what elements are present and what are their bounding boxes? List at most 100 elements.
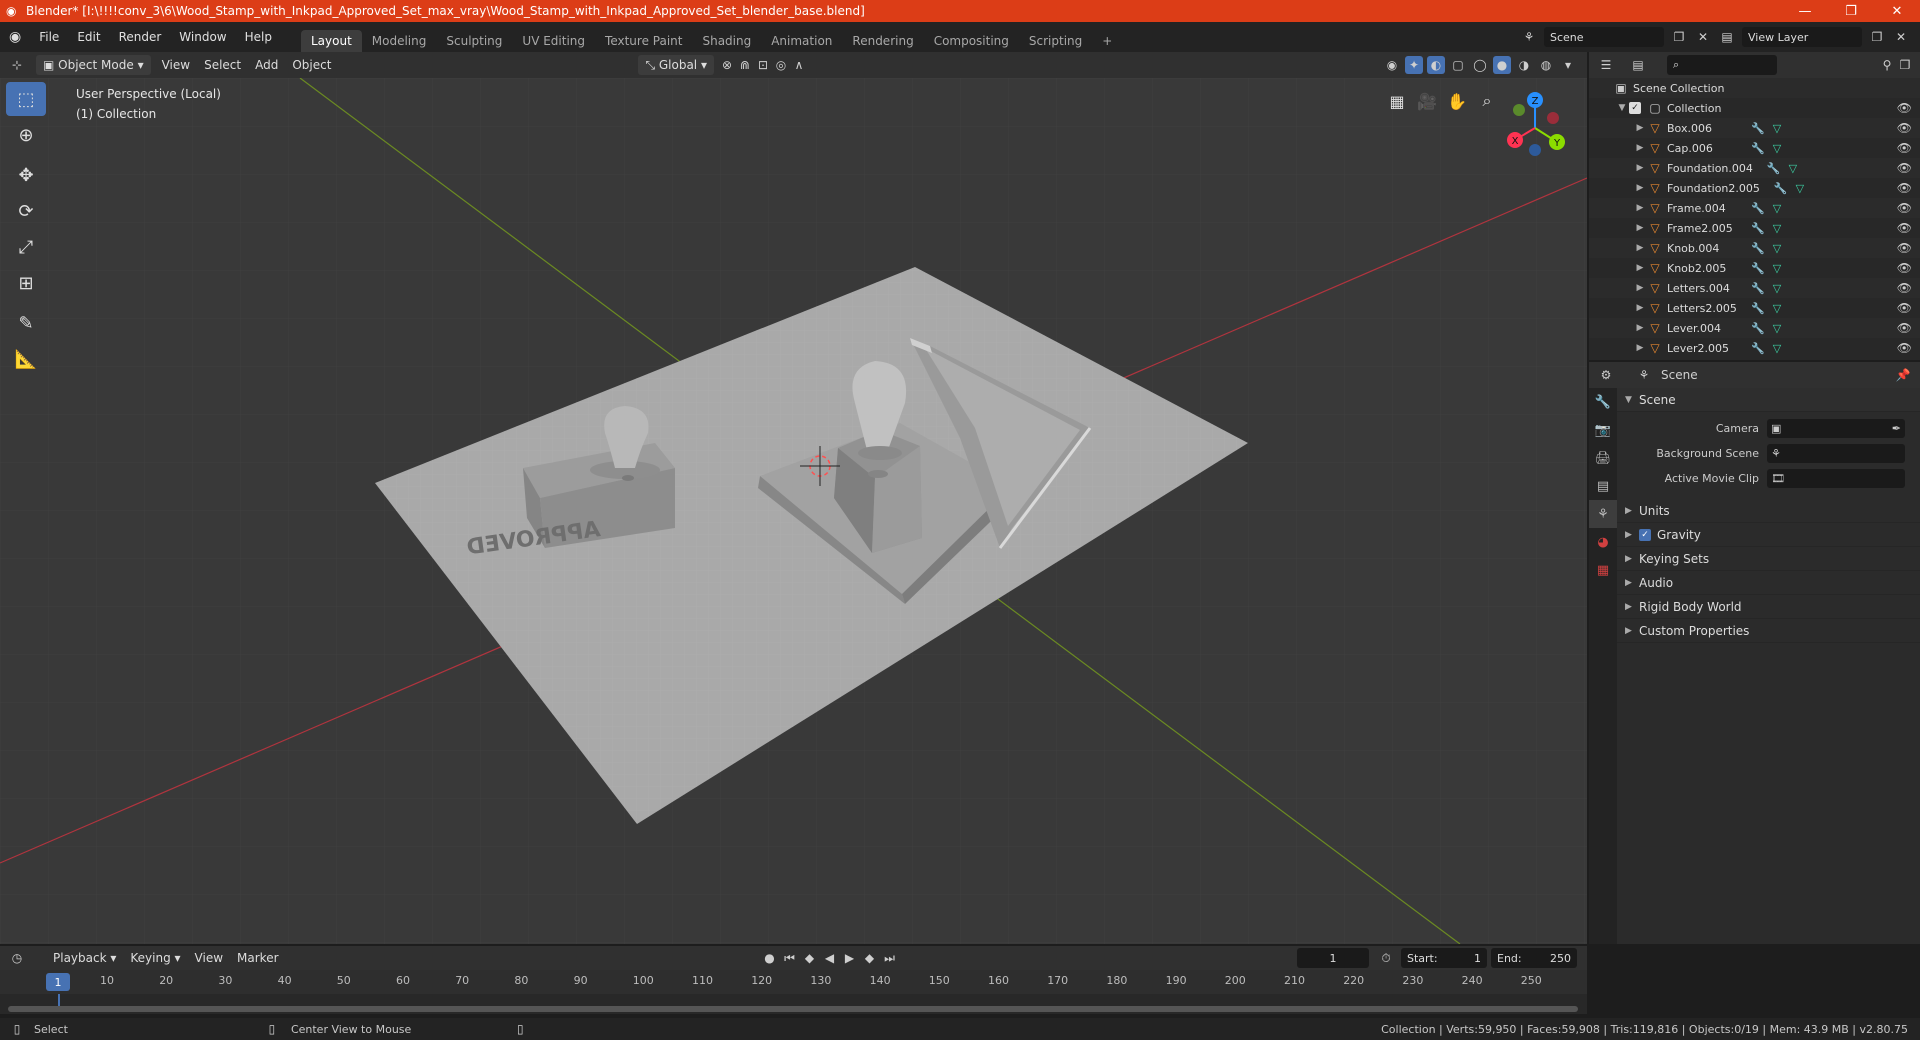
menu-keying[interactable]: Keying ▾	[123, 948, 187, 968]
eye-icon[interactable]: 👁	[1897, 161, 1912, 175]
scene-section-header[interactable]: ▼ Scene	[1617, 388, 1920, 412]
eye-icon[interactable]: 👁	[1897, 321, 1912, 335]
units-section[interactable]: ▶ Units	[1617, 499, 1920, 523]
scene-tab-icon[interactable]: ⚘	[1589, 500, 1617, 528]
solid-shading-icon[interactable]: ●	[1493, 56, 1511, 74]
minimize-button[interactable]: —	[1782, 0, 1828, 22]
rotate-tool[interactable]: ⟳	[6, 194, 46, 228]
eye-icon[interactable]: 👁	[1897, 301, 1912, 315]
tab-modeling[interactable]: Modeling	[362, 30, 437, 52]
outliner-object-row[interactable]: ▶ ▽ Lever.004 🔧 ▽ 👁	[1589, 318, 1920, 338]
mesh-data-icon[interactable]: ▽	[1773, 342, 1781, 355]
pan-view-icon[interactable]: ✋	[1442, 86, 1472, 116]
jump-start-icon[interactable]: ⏮	[781, 949, 799, 967]
menu-select[interactable]: Select	[197, 55, 248, 75]
transform-tool[interactable]: ⊞	[6, 266, 46, 300]
eye-icon[interactable]: 👁	[1897, 221, 1912, 235]
mesh-data-icon[interactable]: ▽	[1773, 122, 1781, 135]
select-box-tool[interactable]: ⬚	[6, 82, 46, 116]
modifier-icon[interactable]: 🔧	[1751, 222, 1765, 235]
mesh-data-icon[interactable]: ▽	[1773, 202, 1781, 215]
modifier-icon[interactable]: 🔧	[1751, 122, 1765, 135]
expand-arrow-icon[interactable]: ▶	[1633, 223, 1647, 233]
prev-keyframe-icon[interactable]: ◆	[801, 949, 819, 967]
jump-end-icon[interactable]: ⏭	[881, 949, 899, 967]
end-frame-field[interactable]: End: 250	[1491, 948, 1577, 968]
modifier-icon[interactable]: 🔧	[1751, 242, 1765, 255]
keying-sets-section[interactable]: ▶ Keying Sets	[1617, 547, 1920, 571]
snap-target-icon[interactable]: ⊡	[754, 56, 772, 74]
texture-tab-icon[interactable]: ▦	[1589, 556, 1617, 584]
3d-viewport[interactable]: APPROVED	[0, 78, 1587, 944]
outliner-editor-icon[interactable]: ☰	[1597, 56, 1615, 74]
new-view-layer-icon[interactable]: ❐	[1868, 28, 1886, 46]
modifier-icon[interactable]: 🔧	[1751, 322, 1765, 335]
mesh-data-icon[interactable]: ▽	[1773, 142, 1781, 155]
modifier-icon[interactable]: 🔧	[1751, 202, 1765, 215]
tab-sculpting[interactable]: Sculpting	[436, 30, 512, 52]
falloff-icon[interactable]: ∧	[790, 56, 808, 74]
custom-properties-section[interactable]: ▶ Custom Properties	[1617, 619, 1920, 643]
delete-scene-icon[interactable]: ✕	[1694, 28, 1712, 46]
modifier-icon[interactable]: 🔧	[1774, 182, 1788, 195]
tab-shading[interactable]: Shading	[692, 30, 761, 52]
mesh-data-icon[interactable]: ▽	[1796, 182, 1804, 195]
menu-timeline-view[interactable]: View	[188, 948, 230, 968]
camera-view-icon[interactable]: 🎥	[1412, 86, 1442, 116]
outliner-search-input[interactable]: ⌕	[1667, 55, 1777, 75]
stopwatch-icon[interactable]: ⏱	[1377, 949, 1395, 967]
mesh-data-icon[interactable]: ▽	[1773, 262, 1781, 275]
eye-icon[interactable]: 👁	[1897, 281, 1912, 295]
view-layer-tab-icon[interactable]: ▤	[1589, 472, 1617, 500]
audio-section[interactable]: ▶ Audio	[1617, 571, 1920, 595]
current-frame-indicator[interactable]: 1	[46, 973, 70, 991]
mesh-data-icon[interactable]: ▽	[1773, 242, 1781, 255]
expand-arrow-icon[interactable]: ▶	[1633, 143, 1647, 153]
mesh-data-icon[interactable]: ▽	[1773, 322, 1781, 335]
rigid-body-world-section[interactable]: ▶ Rigid Body World	[1617, 595, 1920, 619]
eye-icon[interactable]: 👁	[1897, 341, 1912, 355]
menu-render[interactable]: Render	[110, 22, 171, 52]
tab-animation[interactable]: Animation	[761, 30, 842, 52]
eye-icon[interactable]: 👁	[1897, 141, 1912, 155]
close-button[interactable]: ✕	[1874, 0, 1920, 22]
expand-arrow-icon[interactable]: ▶	[1633, 203, 1647, 213]
outliner-scene-collection[interactable]: ▣ Scene Collection	[1589, 78, 1920, 98]
gizmo-toggle-icon[interactable]: ✦	[1405, 56, 1423, 74]
modifier-icon[interactable]: 🔧	[1751, 282, 1765, 295]
eye-icon[interactable]: 👁	[1897, 101, 1912, 115]
outliner-object-row[interactable]: ▶ ▽ Box.006 🔧 ▽ 👁	[1589, 118, 1920, 138]
new-collection-icon[interactable]: ❐	[1896, 56, 1914, 74]
menu-edit[interactable]: Edit	[68, 22, 109, 52]
gravity-section[interactable]: ▶ ✓ Gravity	[1617, 523, 1920, 547]
outliner-collection[interactable]: ▼ ✓ ▢ Collection 👁	[1589, 98, 1920, 118]
tab-scripting[interactable]: Scripting	[1019, 30, 1092, 52]
perspective-toggle-icon[interactable]: ▦	[1382, 86, 1412, 116]
eye-icon[interactable]: 👁	[1897, 261, 1912, 275]
neg-x-handle[interactable]	[1547, 112, 1559, 124]
modifier-icon[interactable]: 🔧	[1751, 142, 1765, 155]
menu-playback[interactable]: Playback ▾	[46, 948, 123, 968]
snap-icon[interactable]: ⋒	[736, 56, 754, 74]
move-tool[interactable]: ✥	[6, 158, 46, 192]
expand-arrow-icon[interactable]: ▶	[1633, 243, 1647, 253]
timeline-scrollbar[interactable]	[8, 1006, 1578, 1012]
view-layer-icon[interactable]: ▤	[1718, 28, 1736, 46]
expand-arrow-icon[interactable]: ▼	[1615, 103, 1629, 113]
mesh-data-icon[interactable]: ▽	[1773, 222, 1781, 235]
outliner-object-row[interactable]: ▶ ▽ Lever2.005 🔧 ▽ 👁	[1589, 338, 1920, 358]
tab-rendering[interactable]: Rendering	[842, 30, 923, 52]
modifier-icon[interactable]: 🔧	[1767, 162, 1781, 175]
modifier-icon[interactable]: 🔧	[1751, 342, 1765, 355]
orientation-gizmo[interactable]: Z Y X	[1495, 88, 1575, 168]
menu-marker[interactable]: Marker	[230, 948, 285, 968]
cursor-tool[interactable]: ⊕	[6, 118, 46, 152]
mesh-data-icon[interactable]: ▽	[1773, 282, 1781, 295]
pin-icon[interactable]: 📌	[1894, 366, 1912, 384]
view-layer-selector[interactable]: View Layer	[1742, 27, 1862, 47]
rendered-shading-icon[interactable]: ◍	[1537, 56, 1555, 74]
output-tab-icon[interactable]: 🖨	[1589, 444, 1617, 472]
pivot-point-icon[interactable]: ⊗	[718, 56, 736, 74]
properties-editor-icon[interactable]: ⚙	[1597, 366, 1615, 384]
world-tab-icon[interactable]: ◕	[1589, 528, 1617, 556]
